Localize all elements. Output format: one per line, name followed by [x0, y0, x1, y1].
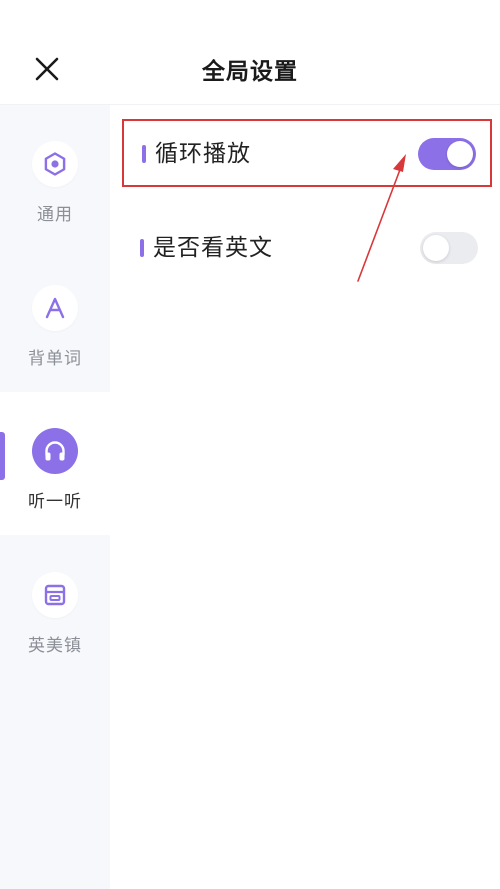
sidebar-item-label: 背单词: [28, 349, 82, 369]
loop-playback-toggle[interactable]: [418, 138, 476, 170]
toggle-knob: [423, 235, 449, 261]
setting-label: 循环播放: [155, 141, 251, 167]
setting-row-loop-playback: 循环播放: [122, 119, 492, 187]
sidebar-item-listening[interactable]: 听一听: [0, 392, 110, 535]
sidebar-item-label: 听一听: [28, 492, 82, 512]
sidebar-item-town[interactable]: 英美镇: [0, 536, 110, 679]
close-icon: [35, 57, 59, 81]
page-title-wrap: 全局设置: [0, 52, 500, 86]
active-indicator: [0, 432, 5, 480]
setting-label: 是否看英文: [153, 235, 273, 261]
letter-a-icon: [32, 285, 78, 331]
page-title: 全局设置: [202, 59, 298, 85]
show-english-toggle[interactable]: [420, 232, 478, 264]
sidebar-item-vocabulary[interactable]: 背单词: [0, 249, 110, 392]
sidebar-item-label: 通用: [37, 205, 73, 225]
label-accent-bar: [140, 239, 144, 257]
header-bar: 全局设置: [0, 0, 500, 105]
sidebar: 通用 背单词 听一听 英美镇: [0, 105, 110, 889]
hexagon-settings-icon: [32, 141, 78, 187]
toggle-knob: [447, 141, 473, 167]
building-icon: [32, 572, 78, 618]
settings-panel: 循环播放 是否看英文: [110, 105, 500, 889]
sidebar-item-general[interactable]: 通用: [0, 105, 110, 248]
setting-row-show-english: 是否看英文: [122, 215, 492, 283]
close-button[interactable]: [28, 50, 66, 88]
headphones-icon: [32, 428, 78, 474]
settings-page: 全局设置 通用 背单词 听一听 英美镇 循环播放 是否看英文: [0, 0, 500, 889]
sidebar-item-label: 英美镇: [28, 636, 82, 656]
label-accent-bar: [142, 145, 146, 163]
